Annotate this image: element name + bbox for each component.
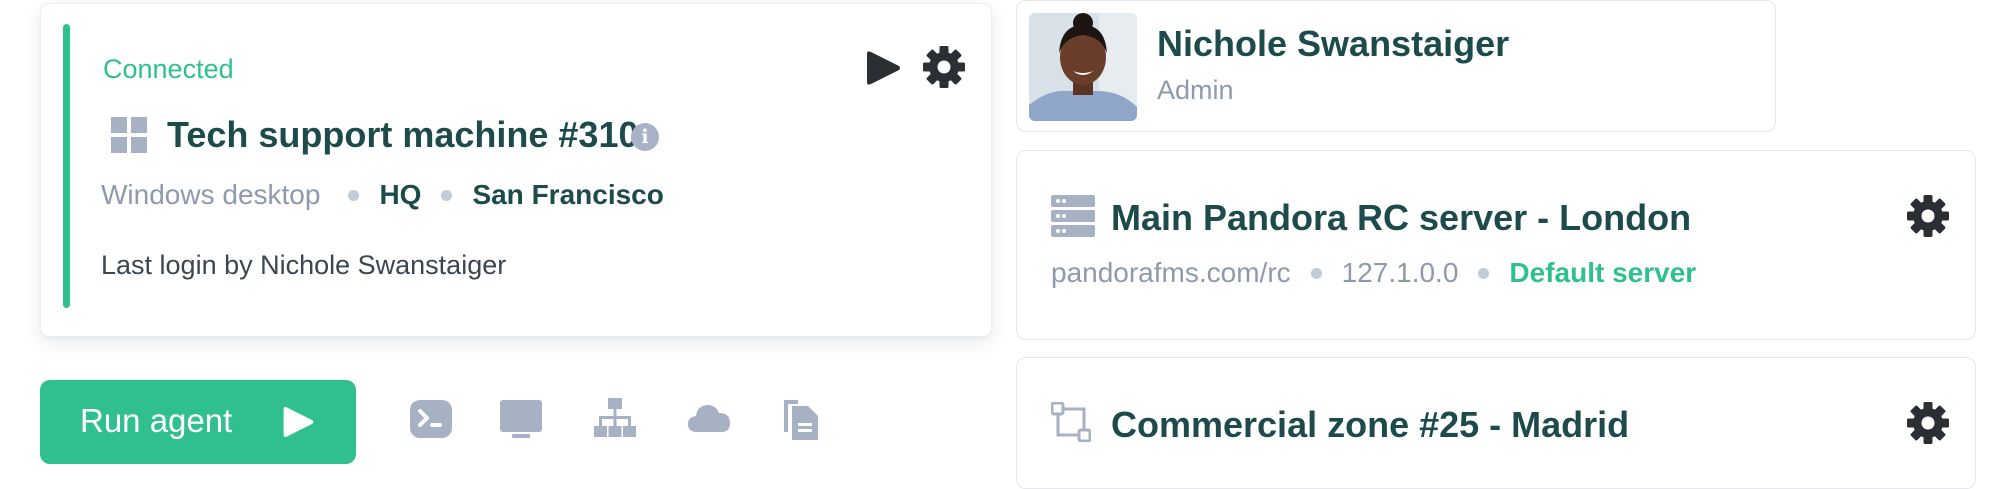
gear-icon[interactable]	[1905, 400, 1951, 446]
last-login-text: Last login by Nichole Swanstaiger	[101, 250, 507, 280]
zone-icon	[1051, 402, 1091, 442]
server-url: pandorafms.com/rc	[1051, 257, 1291, 288]
network-icon[interactable]	[592, 396, 638, 442]
user-role: Admin	[1157, 75, 1234, 105]
avatar	[1029, 13, 1137, 121]
gear-icon[interactable]	[921, 44, 967, 90]
separator-dot	[348, 189, 360, 201]
user-name: Nichole Swanstaiger	[1157, 23, 1510, 64]
play-icon[interactable]	[863, 48, 903, 88]
status-accent-bar	[63, 24, 70, 308]
separator-dot	[441, 189, 453, 201]
files-icon[interactable]	[778, 396, 824, 442]
server-icon	[1051, 195, 1095, 237]
separator-dot	[1310, 267, 1322, 279]
server-meta: pandorafms.com/rc 127.1.0.0 Default serv…	[1051, 257, 1696, 289]
connection-status: Connected	[103, 54, 234, 84]
cloud-icon[interactable]	[686, 396, 732, 442]
default-server-badge: Default server	[1509, 257, 1697, 288]
machine-card: Connected Tech support machine #310 i Wi…	[40, 3, 992, 337]
run-agent-button[interactable]: Run agent	[40, 380, 356, 464]
machine-type: Windows desktop	[101, 179, 321, 210]
monitor-icon[interactable]	[498, 396, 544, 442]
machine-meta: Windows desktop HQ San Francisco	[101, 179, 664, 211]
server-title: Main Pandora RC server - London	[1111, 197, 1692, 238]
gear-icon[interactable]	[1905, 193, 1951, 239]
info-icon[interactable]: i	[631, 123, 659, 151]
server-ip: 127.1.0.0	[1341, 257, 1459, 288]
server-card[interactable]: Main Pandora RC server - London pandoraf…	[1016, 150, 1976, 340]
terminal-icon[interactable]	[408, 396, 454, 442]
machine-title[interactable]: Tech support machine #310	[167, 114, 638, 156]
zone-card[interactable]: Commercial zone #25 - Madrid	[1016, 357, 1976, 489]
zone-title: Commercial zone #25 - Madrid	[1111, 404, 1630, 445]
separator-dot	[1478, 267, 1490, 279]
play-icon	[283, 407, 314, 437]
machine-location[interactable]: San Francisco	[472, 179, 663, 211]
machine-group[interactable]: HQ	[379, 179, 421, 211]
windows-icon	[111, 117, 147, 153]
user-card[interactable]: Nichole Swanstaiger Admin	[1016, 0, 1776, 132]
run-agent-label: Run agent	[80, 402, 233, 439]
